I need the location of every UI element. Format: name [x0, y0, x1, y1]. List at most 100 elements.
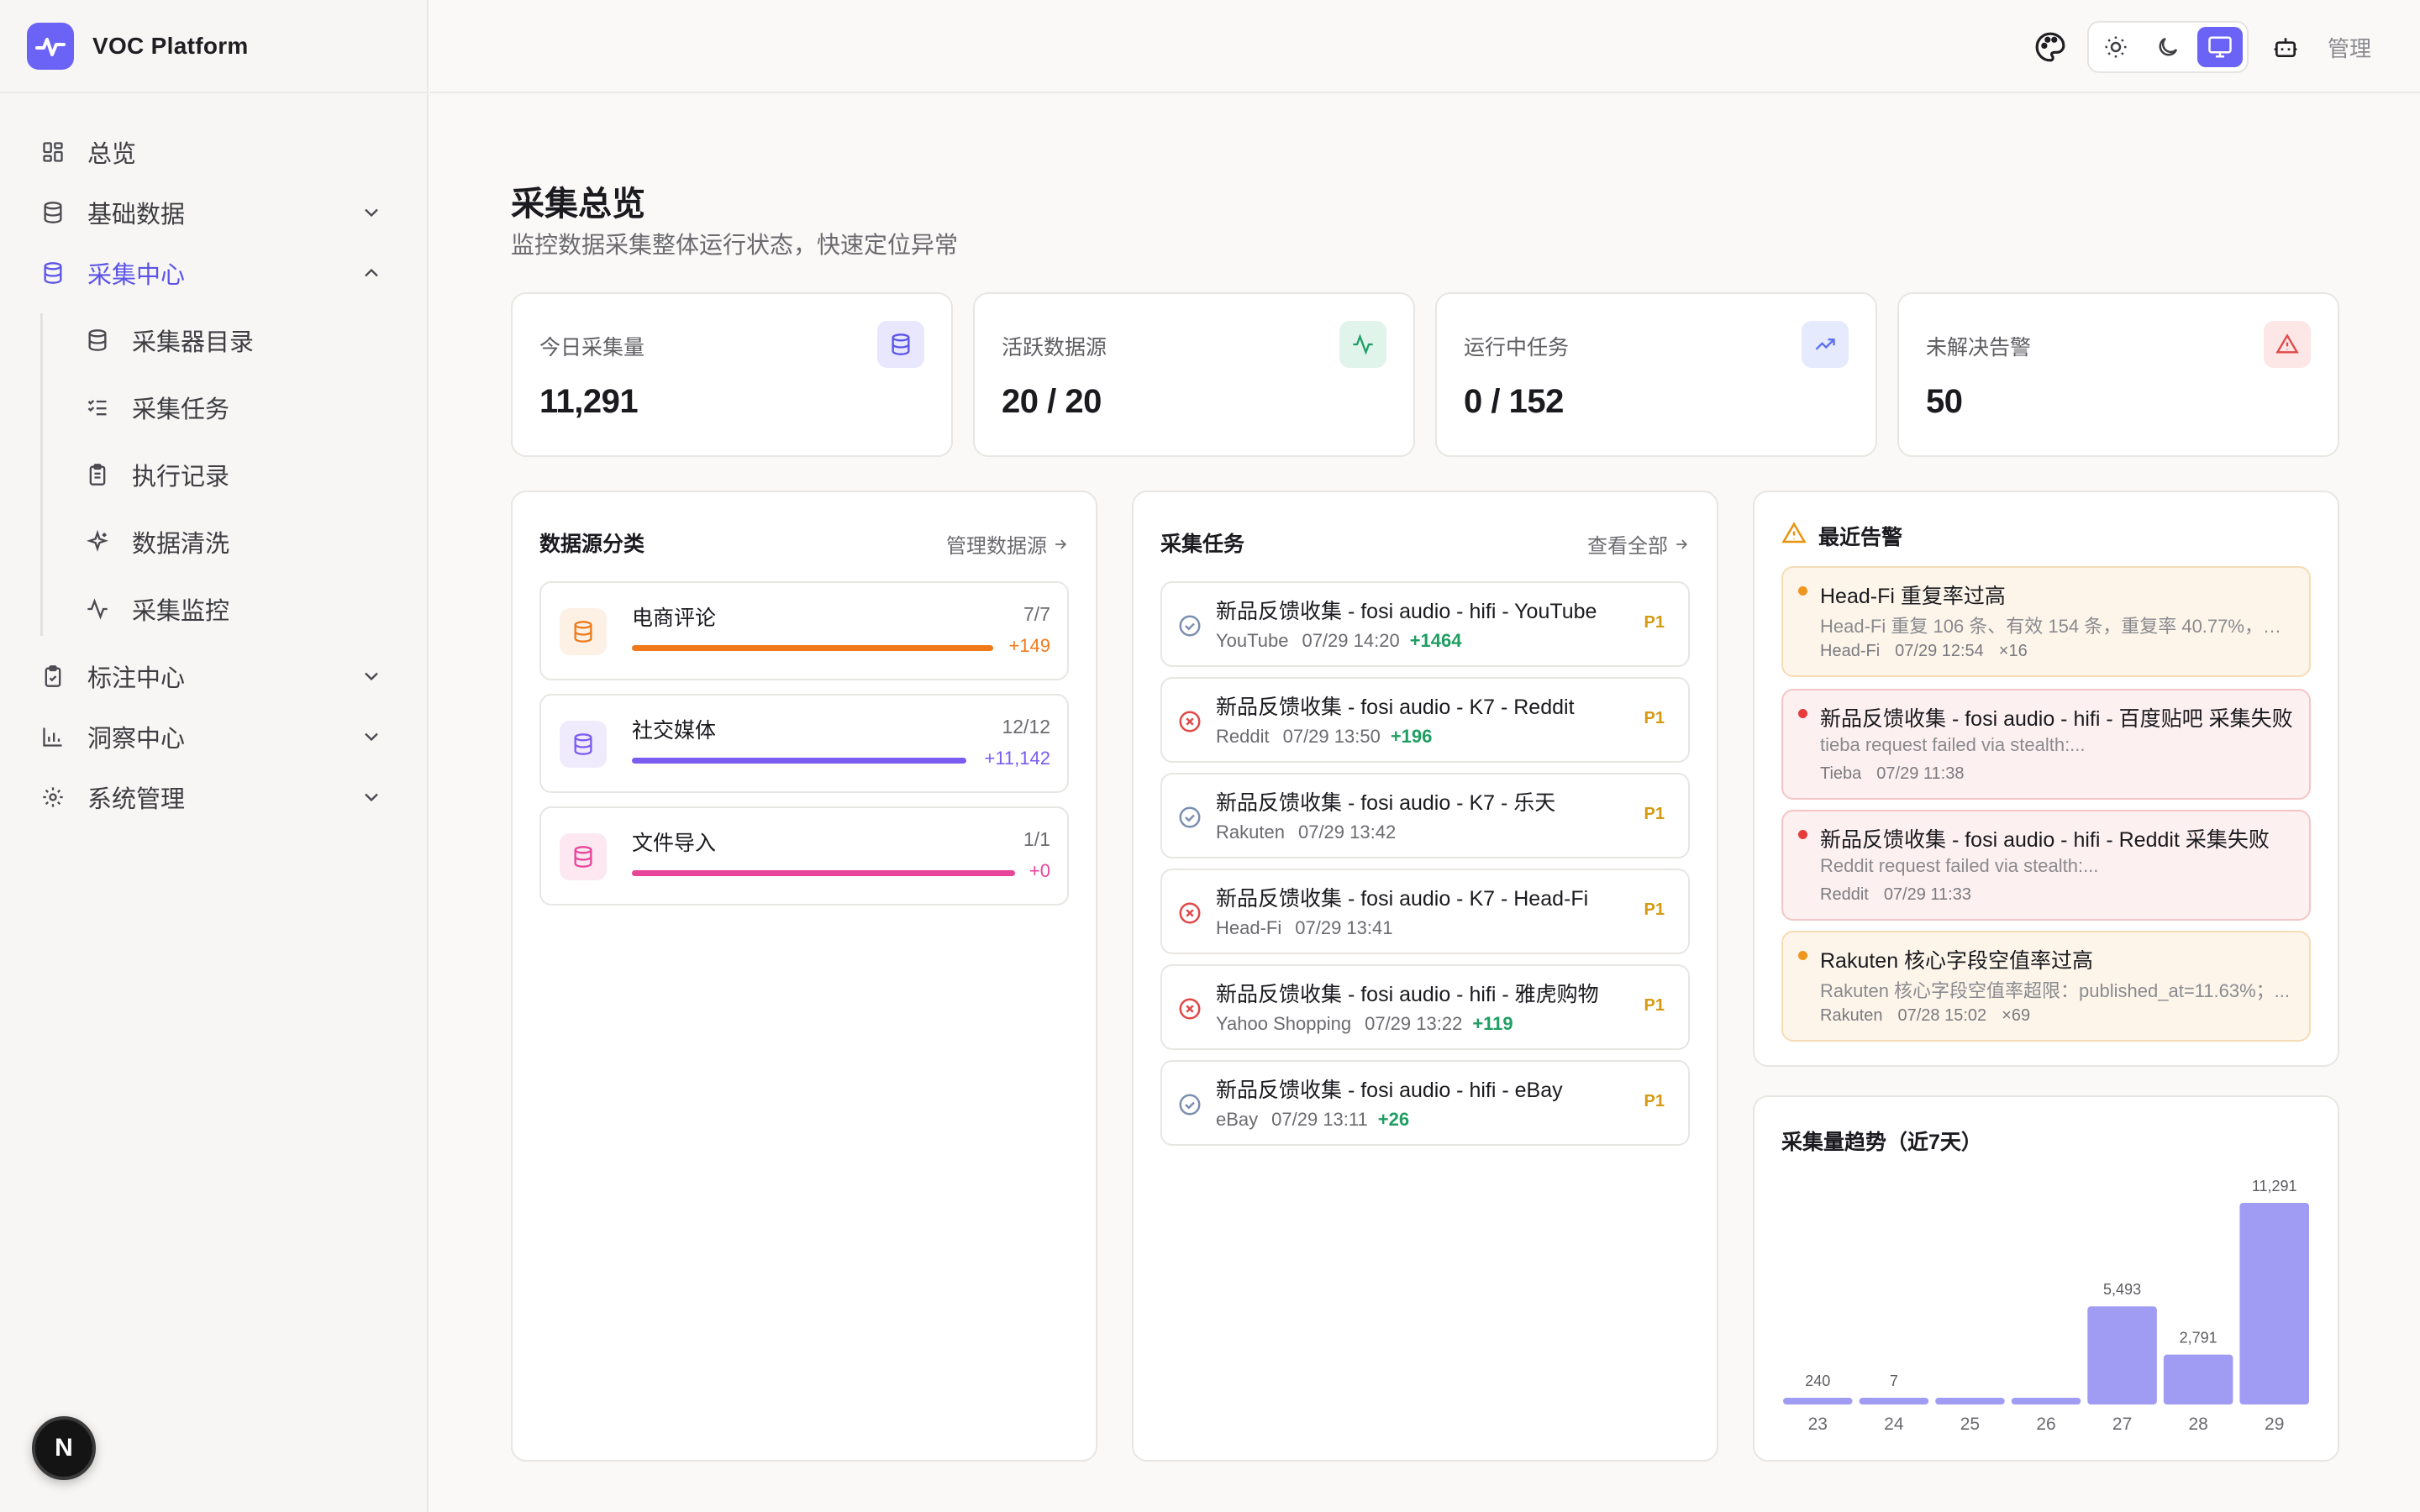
- task-meta: eBay 07/29 13:11 +26: [1216, 1109, 1409, 1131]
- alert-triangle-icon: [2264, 321, 2311, 368]
- task-time: 07/29 13:11: [1271, 1109, 1368, 1130]
- task-time: 07/29 13:42: [1297, 822, 1397, 843]
- error-dot-icon: [1798, 709, 1807, 718]
- alert-source: Tieba: [1820, 764, 1862, 783]
- view-all-tasks-link[interactable]: 查看全部: [1587, 529, 1690, 559]
- chart-bar: [1859, 1398, 1929, 1404]
- category-progress-bar: [632, 870, 1015, 876]
- alert-source: Rakuten: [1820, 1006, 1883, 1025]
- source-category-file-import[interactable]: 文件导入 1/1 +0: [539, 806, 1069, 906]
- chevron-down-icon: [365, 732, 378, 742]
- panel-title: 采集任务: [1160, 533, 1245, 556]
- next-badge-button[interactable]: N: [32, 1416, 96, 1480]
- moon-icon[interactable]: [2145, 27, 2191, 67]
- task-source: YouTube: [1216, 630, 1289, 651]
- category-count: 7/7: [1023, 603, 1050, 625]
- category-name: 社交媒体: [632, 719, 717, 743]
- alert-count: ×16: [1998, 642, 2028, 660]
- chart-data-label: 11,291: [2252, 1178, 2297, 1194]
- sidebar-item-label: 采集器目录: [132, 329, 255, 356]
- alert-title: Rakuten 核心字段空值率过高: [1820, 949, 2094, 973]
- stat-value: 20 / 20: [1002, 383, 1102, 420]
- task-time: 07/29 13:41: [1295, 917, 1393, 938]
- page-title: 采集总览: [511, 186, 645, 223]
- sidebar-item-annotation-center[interactable]: 标注中心: [0, 649, 427, 703]
- category-count: 12/12: [1002, 716, 1050, 738]
- task-meta: Head-Fi 07/29 13:41: [1216, 917, 1402, 939]
- sidebar-item-label: 总览: [87, 141, 137, 168]
- task-added-count: +196: [1390, 726, 1433, 747]
- bar-chart-icon: [40, 724, 66, 749]
- stat-value: 50: [1926, 383, 1963, 420]
- activity-icon: [1339, 321, 1386, 368]
- chart-bar: [2011, 1398, 2081, 1404]
- alert-description: Head-Fi 重复 106 条、有效 154 条，重复率 40.77%，高..…: [1820, 616, 2291, 637]
- task-row[interactable]: 新品反馈收集 - fosi audio - hifi - YouTube You…: [1160, 581, 1690, 667]
- sidebar-item-collector-catalog[interactable]: 采集器目录: [43, 313, 427, 367]
- alerts-panel: 最近告警 Head-Fi 重复率过高 Head-Fi 重复 106 条、有效 1…: [1753, 491, 2339, 1067]
- alert-source: Reddit: [1820, 885, 1869, 904]
- sidebar-item-collection-monitor[interactable]: 采集监控: [43, 582, 427, 636]
- task-meta: Rakuten 07/29 13:42: [1216, 822, 1406, 843]
- monitor-icon[interactable]: [2196, 27, 2243, 67]
- alert-item[interactable]: 新品反馈收集 - fosi audio - hifi - 百度贴吧 采集失败 t…: [1781, 689, 2311, 800]
- task-row[interactable]: 新品反馈收集 - fosi audio - K7 - 乐天 Rakuten 07/…: [1160, 773, 1690, 858]
- sidebar-item-execution-records[interactable]: 执行记录: [43, 448, 427, 501]
- task-row[interactable]: 新品反馈收集 - fosi audio - hifi - 雅虎购物 Yahoo …: [1160, 964, 1690, 1050]
- grid-icon: [40, 139, 66, 165]
- database-icon: [560, 721, 607, 768]
- palette-icon[interactable]: [2032, 29, 2069, 66]
- sidebar-item-insight-center[interactable]: 洞察中心: [0, 710, 427, 764]
- manage-sources-link[interactable]: 管理数据源: [946, 529, 1069, 559]
- chart-bar: [2239, 1203, 2309, 1404]
- sidebar: VOC Platform 总览 基础数据 采集中心 采集器目录 采集任务 执行记…: [0, 0, 429, 1512]
- task-added-count: +119: [1472, 1013, 1513, 1034]
- alert-item[interactable]: Rakuten 核心字段空值率过高 Rakuten 核心字段空值率超限：publ…: [1781, 931, 2311, 1042]
- brand-name: VOC Platform: [92, 32, 249, 59]
- task-source: Yahoo Shopping: [1216, 1013, 1352, 1034]
- chart-bar: [1783, 1398, 1853, 1404]
- alert-triangle-icon: [1781, 522, 1807, 543]
- activity-icon: [85, 596, 110, 622]
- database-icon: [40, 200, 66, 225]
- admin-avatar[interactable]: 管理: [2328, 32, 2371, 63]
- bot-icon[interactable]: [2267, 29, 2304, 66]
- tasks-panel: 采集任务 查看全部 新品反馈收集 - fosi audio - hifi - Y…: [1132, 491, 1718, 1462]
- sidebar-item-system-admin[interactable]: 系统管理: [0, 770, 427, 824]
- chevron-down-icon: [365, 208, 378, 218]
- task-priority: P1: [1644, 709, 1665, 727]
- sidebar-item-collection-center[interactable]: 采集中心: [0, 246, 427, 300]
- chart-x-tick-label: 26: [2036, 1415, 2055, 1434]
- warning-dot-icon: [1798, 951, 1807, 960]
- sidebar-item-overview[interactable]: 总览: [0, 125, 427, 179]
- link-label: 查看全部: [1587, 535, 1668, 558]
- source-category-social[interactable]: 社交媒体 12/12 +11,142: [539, 694, 1069, 793]
- task-added-count: +26: [1377, 1109, 1410, 1130]
- category-delta: +11,142: [984, 748, 1050, 769]
- category-name: 电商评论: [632, 606, 717, 630]
- panel-title: 数据源分类: [539, 533, 645, 556]
- alert-item[interactable]: 新品反馈收集 - fosi audio - hifi - Reddit 采集失败…: [1781, 810, 2311, 921]
- brand[interactable]: VOC Platform: [0, 0, 427, 93]
- sidebar-nav: 总览 基础数据 采集中心 采集器目录 采集任务 执行记录 数据清洗 采集监控 标…: [0, 93, 427, 824]
- task-row[interactable]: 新品反馈收集 - fosi audio - K7 - Head-Fi Head-…: [1160, 869, 1690, 954]
- task-row[interactable]: 新品反馈收集 - fosi audio - hifi - eBay eBay 07…: [1160, 1060, 1690, 1146]
- alert-item[interactable]: Head-Fi 重复率过高 Head-Fi 重复 106 条、有效 154 条，…: [1781, 566, 2311, 677]
- check-circle-icon: [1179, 1094, 1201, 1116]
- sidebar-item-base-data[interactable]: 基础数据: [0, 186, 427, 239]
- stat-label: 运行中任务: [1464, 336, 1570, 360]
- sun-icon[interactable]: [2093, 27, 2139, 67]
- alert-meta: Reddit 07/29 11:33: [1820, 885, 2002, 905]
- chart-data-label: 2,791: [2180, 1330, 2217, 1347]
- database-icon: [560, 833, 607, 880]
- source-category-ecommerce[interactable]: 电商评论 7/7 +149: [539, 581, 1069, 680]
- chart-bar: [2163, 1354, 2233, 1404]
- task-priority: P1: [1644, 900, 1665, 919]
- task-row[interactable]: 新品反馈收集 - fosi audio - K7 - Reddit Reddit…: [1160, 677, 1690, 763]
- alert-time: 07/28 15:02: [1897, 1006, 1987, 1025]
- sidebar-item-collection-tasks[interactable]: 采集任务: [43, 381, 427, 434]
- list-checks-icon: [85, 395, 110, 420]
- task-name: 新品反馈收集 - fosi audio - hifi - 雅虎购物: [1216, 983, 1599, 1006]
- sidebar-item-data-cleaning[interactable]: 数据清洗: [43, 515, 427, 569]
- alert-description: Rakuten 核心字段空值率超限：published_at=11.63%；..…: [1820, 980, 2290, 1001]
